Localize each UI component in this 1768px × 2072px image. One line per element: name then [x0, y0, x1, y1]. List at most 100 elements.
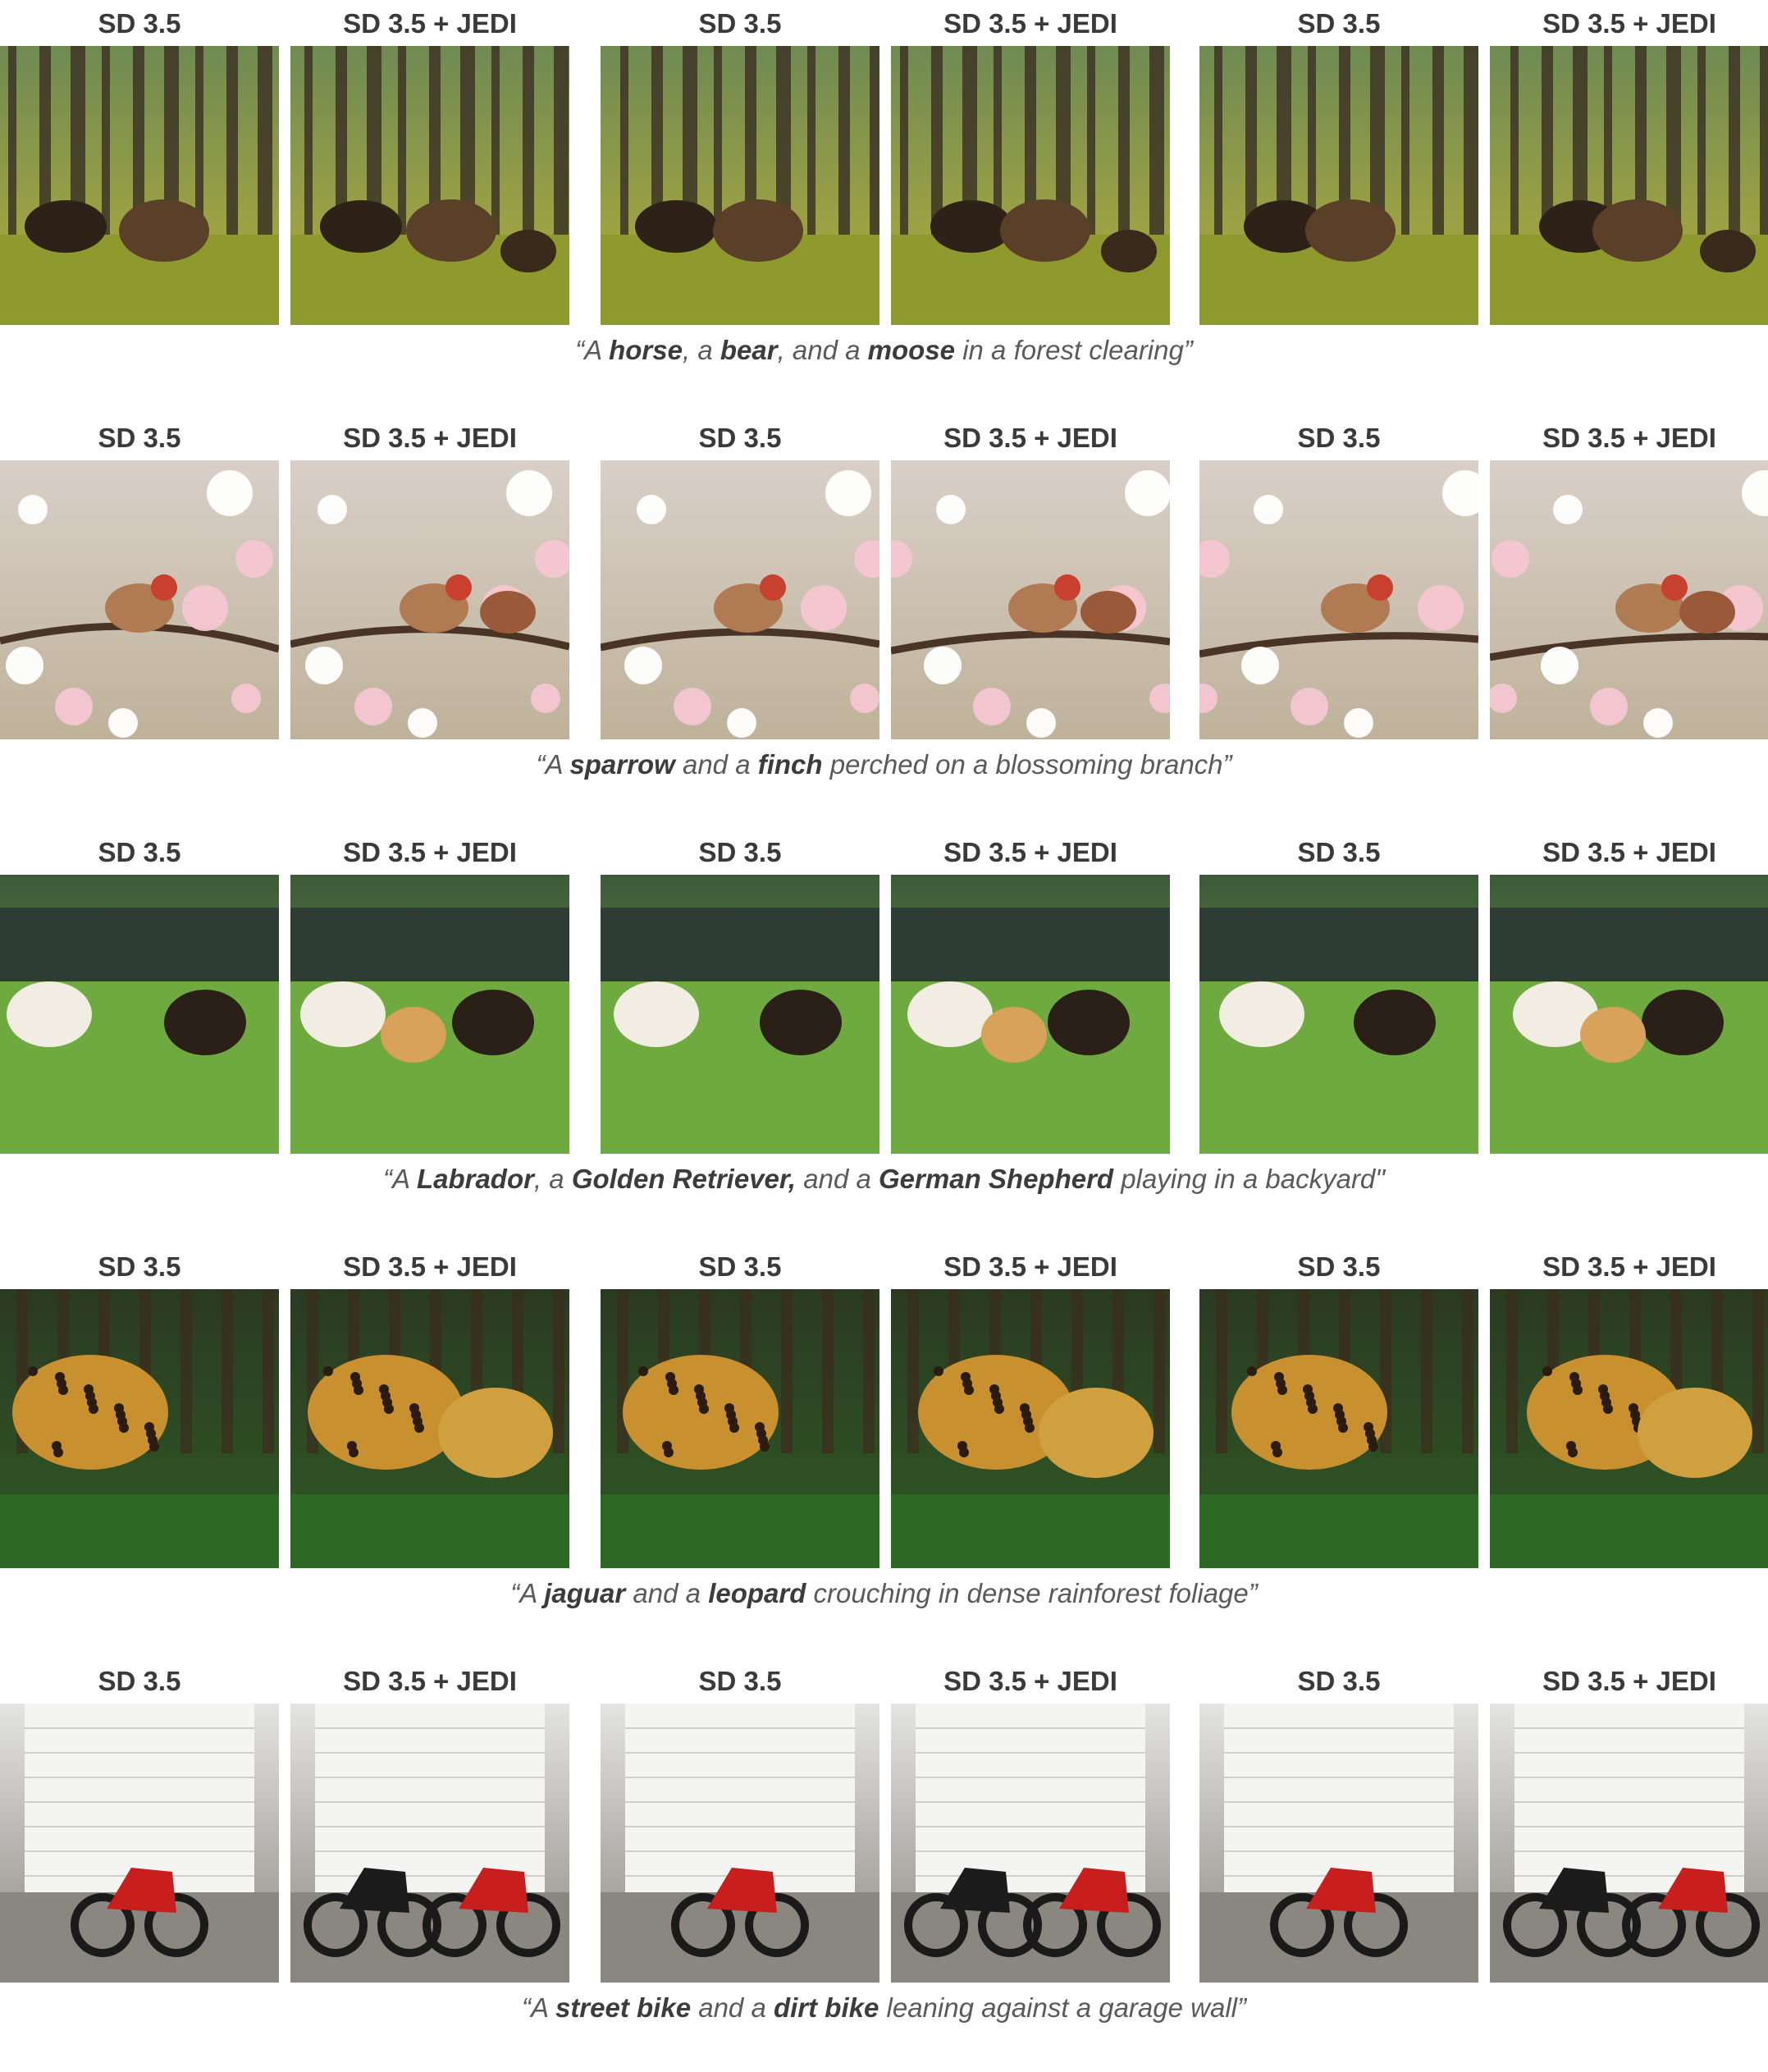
generated-image: [1199, 460, 1478, 739]
generated-image: [0, 1704, 279, 1983]
generated-image: [891, 460, 1170, 739]
generated-image: [1490, 1289, 1768, 1568]
generated-image: [601, 46, 879, 325]
cat-shape: [438, 1388, 553, 1478]
animal-shape: [1592, 199, 1683, 262]
column-label: SD 3.5 + JEDI: [943, 423, 1117, 453]
caption-keyword: sparrow: [569, 749, 675, 780]
caption-text: “A: [575, 335, 610, 365]
caption-keyword: leopard: [708, 1578, 806, 1608]
caption-keyword: horse: [609, 335, 683, 365]
column-label: SD 3.5: [1297, 1251, 1381, 1282]
animal-shape: [930, 200, 1012, 253]
row-1: SD 3.5 SD 3.5 + JEDI SD 3.5 SD 3.5 + JEDI SD…: [0, 0, 1768, 414]
generated-image: [601, 875, 879, 1154]
generated-image: [1199, 875, 1478, 1154]
column-label: SD 3.5: [1297, 423, 1381, 453]
column-label: SD 3.5 + JEDI: [343, 423, 517, 453]
column-label: SD 3.5 + JEDI: [943, 837, 1117, 867]
column-label: SD 3.5: [98, 423, 181, 453]
prompt-caption: “A sparrow and a finch perched on a blos…: [0, 749, 1768, 780]
prompt-caption: “A jaguar and a leopard crouching in den…: [0, 1578, 1768, 1609]
dog-shape: [452, 990, 534, 1055]
dog-shape: [1048, 990, 1130, 1055]
caption-text: “A: [522, 1992, 555, 2023]
generated-image: [891, 1704, 1170, 1983]
generated-image: [1490, 1704, 1768, 1983]
generated-image: [0, 46, 279, 325]
animal-shape: [320, 200, 402, 253]
column-label: SD 3.5 + JEDI: [1542, 423, 1716, 453]
caption-text: “A: [536, 749, 570, 780]
animal-shape: [119, 199, 209, 262]
dog-shape: [981, 1007, 1047, 1063]
bird-shape: [1080, 591, 1136, 633]
generated-image: [290, 1289, 569, 1568]
row-4: SD 3.5 SD 3.5 + JEDI SD 3.5 SD 3.5 + JEDI SD…: [0, 1243, 1768, 1658]
column-label: SD 3.5: [1297, 8, 1381, 39]
animal-shape: [1305, 199, 1396, 262]
column-label: SD 3.5: [698, 1666, 782, 1696]
prompt-caption: “A Labrador, a Golden Retriever, and a G…: [0, 1164, 1768, 1195]
caption-text: playing in a backyard": [1113, 1164, 1385, 1194]
dog-shape: [1580, 1007, 1646, 1063]
dog-shape: [907, 981, 993, 1047]
caption-keyword: Labrador: [416, 1164, 534, 1194]
caption-keyword: finch: [757, 749, 823, 780]
animal-shape: [500, 230, 556, 272]
dog-shape: [381, 1007, 446, 1063]
caption-text: and a: [796, 1164, 879, 1194]
generated-image: [290, 875, 569, 1154]
generated-image: [601, 460, 879, 739]
caption-text: and a: [674, 749, 758, 780]
generated-image: [0, 1289, 279, 1568]
prompt-caption: “A street bike and a dirt bike leaning a…: [0, 1992, 1768, 2024]
caption-text: “A: [382, 1164, 417, 1194]
column-label: SD 3.5 + JEDI: [1542, 1666, 1716, 1696]
generated-image: [1490, 875, 1768, 1154]
column-label: SD 3.5: [98, 1251, 181, 1282]
column-label: SD 3.5 + JEDI: [1542, 837, 1716, 867]
generated-image: [0, 875, 279, 1154]
column-label: SD 3.5: [698, 837, 782, 867]
generated-image: [1199, 46, 1478, 325]
column-label: SD 3.5: [98, 1666, 181, 1696]
column-label: SD 3.5: [1297, 837, 1381, 867]
generated-image: [290, 46, 569, 325]
column-label: SD 3.5: [698, 1251, 782, 1282]
caption-text: leaning against a garage wall”: [879, 1992, 1246, 2023]
bird-shape: [1679, 591, 1735, 633]
column-label: SD 3.5 + JEDI: [943, 1666, 1117, 1696]
caption-text: and a: [691, 1992, 774, 2023]
generated-image: [891, 46, 1170, 325]
row-2: SD 3.5 SD 3.5 + JEDI SD 3.5 SD 3.5 + JEDI SD…: [0, 414, 1768, 829]
row-5: SD 3.5 SD 3.5 + JEDI SD 3.5 SD 3.5 + JEDI SD…: [0, 1658, 1768, 2072]
caption-text: crouching in dense rainforest foliage”: [806, 1578, 1258, 1608]
column-label: SD 3.5 + JEDI: [343, 837, 517, 867]
generated-image: [290, 1704, 569, 1983]
generated-image: [0, 460, 279, 739]
dog-shape: [1642, 990, 1724, 1055]
dog-shape: [614, 981, 699, 1047]
animal-shape: [1700, 230, 1756, 272]
generated-image: [1490, 46, 1768, 325]
caption-text: and a: [625, 1578, 709, 1608]
caption-keyword: bear: [720, 335, 778, 365]
caption-text: , a: [682, 335, 720, 365]
animal-shape: [406, 199, 496, 262]
generated-image: [1199, 1704, 1478, 1983]
cat-shape: [1638, 1388, 1752, 1478]
row-3: SD 3.5 SD 3.5 + JEDI SD 3.5 SD 3.5 + JEDI SD…: [0, 829, 1768, 1243]
generated-image: [601, 1289, 879, 1568]
dog-shape: [760, 990, 842, 1055]
column-label: SD 3.5: [98, 837, 181, 867]
animal-shape: [25, 200, 107, 253]
caption-keyword: jaguar: [544, 1578, 626, 1608]
column-label: SD 3.5 + JEDI: [343, 1251, 517, 1282]
dog-shape: [1219, 981, 1304, 1047]
prompt-caption: “A horse, a bear, and a moose in a fores…: [0, 335, 1768, 366]
comparison-figure: SD 3.5 SD 3.5 + JEDI SD 3.5 SD 3.5 + JEDI SD…: [0, 0, 1768, 2051]
generated-image: [1490, 460, 1768, 739]
column-label: SD 3.5 + JEDI: [1542, 8, 1716, 39]
generated-image: [891, 875, 1170, 1154]
